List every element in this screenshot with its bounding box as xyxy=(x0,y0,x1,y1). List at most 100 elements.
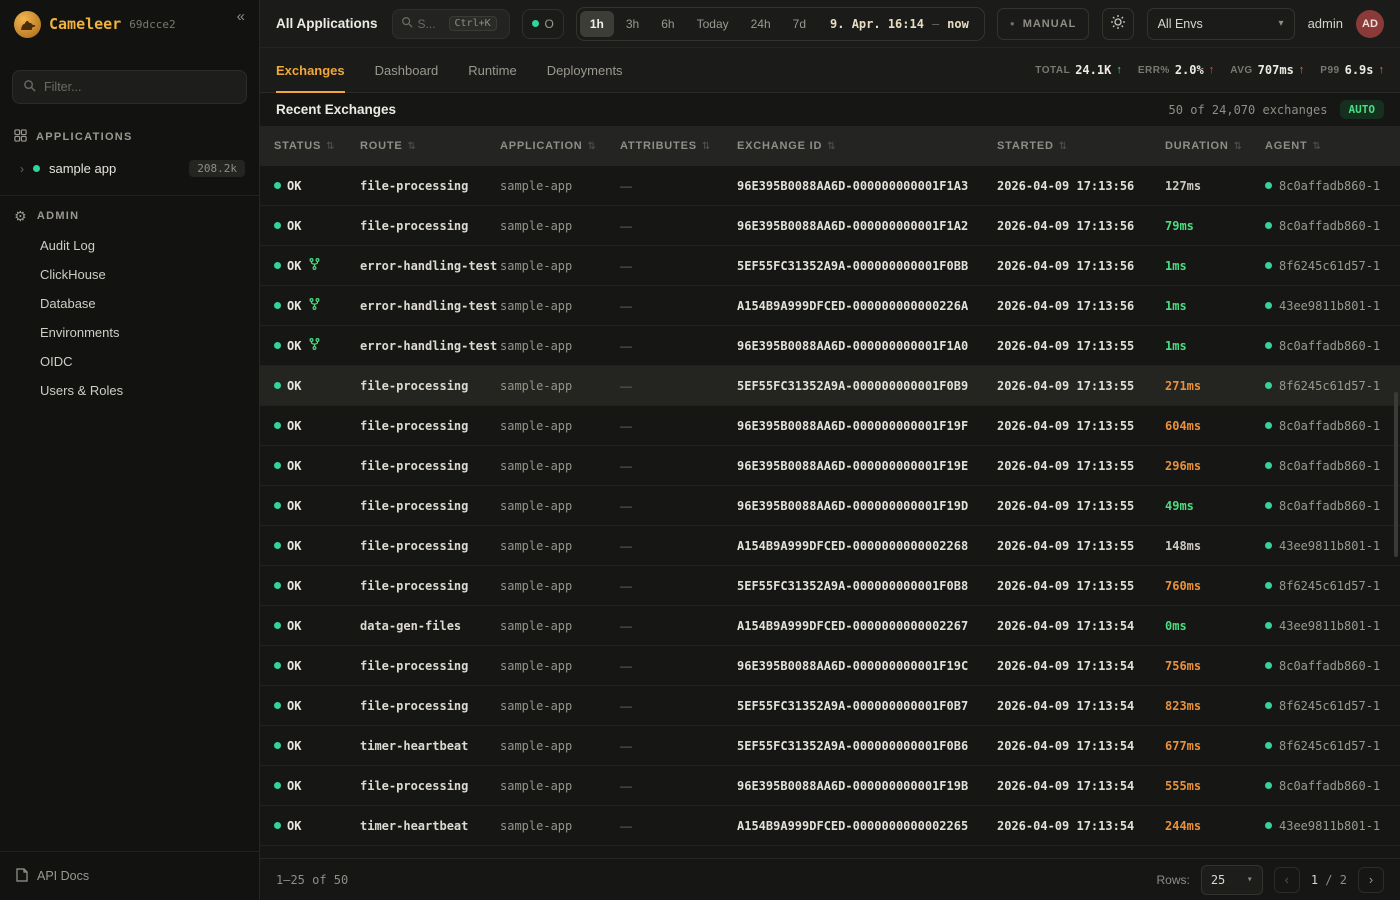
exchange-row[interactable]: OK timer-heartbeat sample-app — A154B9A9… xyxy=(260,806,1400,846)
page-title: All Applications xyxy=(276,16,378,31)
search-input[interactable] xyxy=(418,17,444,31)
exchange-row[interactable]: OK file-processing sample-app — 96E395B0… xyxy=(260,206,1400,246)
exchange-row[interactable]: OK file-processing sample-app — 96E395B0… xyxy=(260,406,1400,446)
application-cell: sample-app xyxy=(500,419,620,433)
route-cell: file-processing xyxy=(360,419,500,433)
sidebar-item[interactable]: ClickHouse xyxy=(0,260,259,289)
exchange-row[interactable]: OK error-handling-test sample-app — 5EF5… xyxy=(260,246,1400,286)
exchange-row[interactable]: OK file-processing sample-app — 5EF55FC3… xyxy=(260,366,1400,406)
sidebar-collapse-button[interactable]: « xyxy=(237,8,245,25)
started-cell: 2026-04-09 17:13:55 xyxy=(997,539,1165,553)
column-header[interactable]: STATUS ⇅ xyxy=(274,140,360,152)
sidebar-filter-box[interactable] xyxy=(12,70,247,104)
column-header[interactable]: APPLICATION ⇅ xyxy=(500,140,620,152)
sidebar-item[interactable]: Audit Log xyxy=(0,231,259,260)
exchange-row[interactable]: OK file-processing sample-app — A154B9A9… xyxy=(260,526,1400,566)
rows-per-page-select[interactable]: 25 ▾ xyxy=(1201,865,1263,895)
exchange-row[interactable]: OK error-handling-test sample-app — 96E3… xyxy=(260,326,1400,366)
exchange-row[interactable]: OK data-gen-files sample-app — A154B9A99… xyxy=(260,606,1400,646)
application-cell: sample-app xyxy=(500,339,620,353)
agent-id: 43ee9811b801-1 xyxy=(1279,539,1380,553)
tab[interactable]: Dashboard xyxy=(375,48,439,92)
application-cell: sample-app xyxy=(500,699,620,713)
tab[interactable]: Runtime xyxy=(468,48,516,92)
sidebar-item[interactable]: OIDC xyxy=(0,347,259,376)
theme-toggle-button[interactable] xyxy=(1102,8,1134,40)
attributes-cell: — xyxy=(620,339,737,353)
filter-input[interactable] xyxy=(44,80,236,94)
column-header[interactable]: EXCHANGE ID ⇅ xyxy=(737,140,997,152)
duration-cell: 79ms xyxy=(1165,219,1265,233)
scrollbar-thumb[interactable] xyxy=(1394,392,1398,557)
time-range-button[interactable]: 7d xyxy=(783,11,816,37)
manual-refresh-button[interactable]: ● MANUAL xyxy=(997,8,1090,40)
stat-item: P99 6.9s ↑ xyxy=(1320,63,1384,77)
agent-status-dot xyxy=(1265,302,1272,309)
next-page-button[interactable]: › xyxy=(1358,867,1384,893)
time-range-button[interactable]: 3h xyxy=(616,11,649,37)
exchange-id-cell: 96E395B0088AA6D-000000000001F19E xyxy=(737,459,997,473)
global-search-box[interactable]: Ctrl+K xyxy=(392,9,510,39)
status-ok-dot xyxy=(274,222,281,229)
agent-id: 8c0affadb860-1 xyxy=(1279,659,1380,673)
exchange-row[interactable]: OK file-processing sample-app — 96E395B0… xyxy=(260,446,1400,486)
range-end-time[interactable]: now xyxy=(941,17,981,31)
status-cell: OK xyxy=(274,419,360,433)
duration-cell: 1ms xyxy=(1165,299,1265,313)
exchange-id-cell: 96E395B0088AA6D-000000000001F1A2 xyxy=(737,219,997,233)
prev-page-button[interactable]: ‹ xyxy=(1274,867,1300,893)
tab[interactable]: Exchanges xyxy=(276,48,345,92)
exchange-row[interactable]: OK file-processing sample-app — 96E395B0… xyxy=(260,646,1400,686)
sidebar-item[interactable]: Users & Roles xyxy=(0,376,259,405)
exchange-row[interactable]: OK file-processing sample-app — 5EF55FC3… xyxy=(260,566,1400,606)
column-header[interactable]: AGENT ⇅ xyxy=(1265,140,1386,152)
time-range-button[interactable]: 24h xyxy=(741,11,781,37)
agent-status-dot xyxy=(1265,262,1272,269)
agent-status-dot xyxy=(1265,342,1272,349)
duration-cell: 49ms xyxy=(1165,499,1265,513)
exchange-row[interactable]: OK file-processing sample-app — 96E395B0… xyxy=(260,766,1400,806)
api-docs-link[interactable]: API Docs xyxy=(0,851,259,900)
exchange-row[interactable]: OK file-processing sample-app — 96E395B0… xyxy=(260,166,1400,206)
range-start-time[interactable]: 9. Apr. 16:14 xyxy=(818,17,930,31)
app-status-dot xyxy=(33,165,40,172)
agent-status-dot xyxy=(1265,462,1272,469)
time-range-pills: 1h 3h 6h Today 24h 7d xyxy=(580,11,816,37)
time-range-button[interactable]: 1h xyxy=(580,11,614,37)
exchange-id-cell: 96E395B0088AA6D-000000000001F19B xyxy=(737,779,997,793)
auto-refresh-badge[interactable]: AUTO xyxy=(1340,100,1385,119)
status-ok-dot xyxy=(274,382,281,389)
column-header[interactable]: STARTED ⇅ xyxy=(997,140,1165,152)
status-label: OK xyxy=(287,419,301,433)
column-header[interactable]: DURATION ⇅ xyxy=(1165,140,1265,152)
tab[interactable]: Deployments xyxy=(547,48,623,92)
status-label: OK xyxy=(287,699,301,713)
column-header[interactable]: ATTRIBUTES ⇅ xyxy=(620,140,737,152)
time-range-button[interactable]: 6h xyxy=(651,11,684,37)
agent-id: 43ee9811b801-1 xyxy=(1279,619,1380,633)
admin-section-label: ADMIN xyxy=(37,210,80,222)
agent-cell: 8f6245c61d57-1 xyxy=(1265,379,1386,393)
time-range-button[interactable]: Today xyxy=(687,11,739,37)
exchange-row[interactable]: OK timer-heartbeat sample-app — 5EF55FC3… xyxy=(260,726,1400,766)
user-avatar[interactable]: AD xyxy=(1356,10,1384,38)
agent-cell: 8f6245c61d57-1 xyxy=(1265,699,1386,713)
admin-nav: Audit Log ClickHouse Database Environmen… xyxy=(0,231,259,405)
exchange-row[interactable]: OK file-processing sample-app — 5EF55FC3… xyxy=(260,686,1400,726)
duration-cell: 1ms xyxy=(1165,259,1265,273)
environment-select[interactable]: All Envs ▾ xyxy=(1147,8,1295,40)
sidebar-item[interactable]: Database xyxy=(0,289,259,318)
route-cell: file-processing xyxy=(360,659,500,673)
exchange-table-body: OK file-processing sample-app — 96E395B0… xyxy=(260,166,1400,846)
sort-icon: ⇅ xyxy=(702,141,711,152)
agent-id: 8c0affadb860-1 xyxy=(1279,339,1380,353)
sidebar-item-sample-app[interactable]: › sample app 208.2k xyxy=(0,153,259,187)
exchange-row[interactable]: OK error-handling-test sample-app — A154… xyxy=(260,286,1400,326)
agent-cell: 8f6245c61d57-1 xyxy=(1265,739,1386,753)
column-header[interactable]: ROUTE ⇅ xyxy=(360,140,500,152)
fork-icon xyxy=(309,258,320,273)
applications-section-label: APPLICATIONS xyxy=(36,131,133,143)
only-errors-toggle[interactable]: O xyxy=(522,9,564,39)
sidebar-item[interactable]: Environments xyxy=(0,318,259,347)
exchange-row[interactable]: OK file-processing sample-app — 96E395B0… xyxy=(260,486,1400,526)
